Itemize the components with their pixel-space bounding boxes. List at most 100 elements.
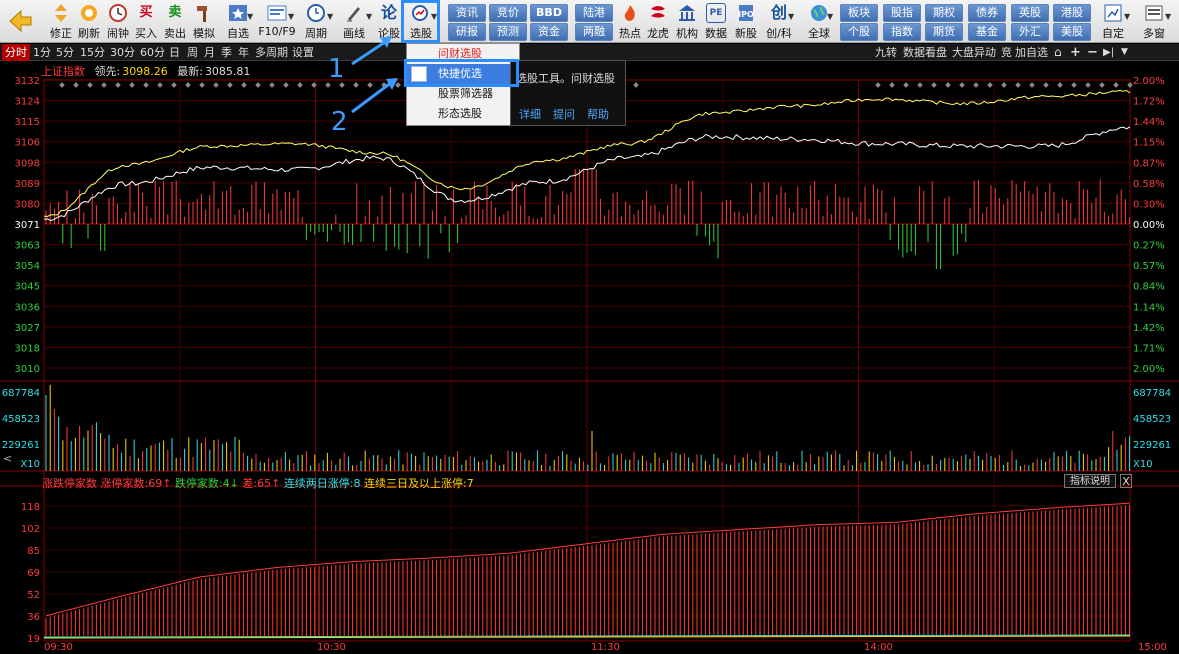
multi-window-button[interactable]: 多窗 [1137,2,1171,42]
alarm-button[interactable]: 闹钟 [105,2,131,42]
auction-button[interactable]: 竞价 [489,4,527,22]
price-tick-label: 3036 [15,302,40,313]
forecast-button[interactable]: 预测 [489,23,527,41]
chevron-down-icon[interactable]: ▼ [1121,44,1128,61]
tab-30min[interactable]: 30分 [107,44,138,61]
tab-intraday[interactable]: 分时 [2,44,30,61]
global-button[interactable]: 全球 [802,2,836,42]
index-button[interactable]: 指数 [883,23,921,41]
event-diamond [213,82,219,88]
tooltip-help-link[interactable]: 帮助 [587,106,609,122]
chevron-down-icon[interactable]: ▼ [327,12,333,21]
chevron-down-icon[interactable]: ▼ [288,12,294,21]
data-button[interactable]: PE 数据 [702,2,730,42]
chevron-down-icon[interactable]: ▼ [788,12,794,21]
tab-15min[interactable]: 15分 [77,44,108,61]
event-diamond [917,82,923,88]
research-button[interactable]: 研报 [448,23,486,41]
us-stocks-button[interactable]: 美股 [1053,23,1091,41]
chevron-down-icon[interactable]: ▼ [827,12,833,21]
scroll-left-icon[interactable]: < [3,452,12,465]
bonds-button[interactable]: 债券 [968,4,1006,22]
chevron-down-icon[interactable]: ▼ [1165,12,1171,21]
back-button[interactable] [3,2,37,42]
f10-button[interactable]: F10/F9 [258,2,296,42]
lock-icon[interactable]: ⌂ [1054,44,1062,61]
watchlist-button[interactable]: 自选 [222,2,254,42]
stock-index-futures-button[interactable]: 股指 [883,4,921,22]
tab-settings[interactable]: 设置 [289,44,317,61]
simulate-button[interactable]: 模拟 [191,2,217,42]
event-diamond [987,82,993,88]
tab-multi-period[interactable]: 多周期 [252,44,291,61]
intraday-chart[interactable]: 3132 3124 3115 3106 3098 3089 3080 3071 3063 3054… [0,61,1179,642]
hk-stocks-button[interactable]: 港股 [1053,4,1091,22]
tab-1min[interactable]: 1分 [30,44,54,61]
breadth-tick-label: 36 [27,612,40,623]
add-watchlist-button[interactable]: 加自选 [1015,44,1048,61]
tab-5min[interactable]: 5分 [53,44,77,61]
time-tick: 11:30 [591,642,620,653]
institution-button[interactable]: 机构 [673,2,701,42]
chinext-button[interactable]: 创 创/科 [762,2,796,42]
forex-button[interactable]: 外汇 [1011,23,1049,41]
tooltip-detail-link[interactable]: 详细 [519,106,541,122]
breadth-tick-label: 118 [21,502,40,513]
tab-60min[interactable]: 60分 [137,44,168,61]
new-stock-button[interactable]: IPO 新股 [732,2,760,42]
indicator-help-button[interactable]: 指标说明 [1064,474,1116,488]
buy-button[interactable]: 买 买入 [133,2,159,42]
price-tick-label: 3027 [15,323,40,334]
tab-quarter[interactable]: 季 [218,44,235,61]
nine-turn-button[interactable]: 九转 [875,44,897,61]
time-tick: 15:00 [1138,642,1167,653]
market-anomaly-button[interactable]: 大盘异动 [952,44,996,61]
individual-stock-button[interactable]: 个股 [840,23,878,41]
zoom-out-icon[interactable]: − [1087,44,1098,61]
sector-button[interactable]: 板块 [840,4,878,22]
tab-month[interactable]: 月 [201,44,218,61]
tab-week[interactable]: 周 [184,44,201,61]
price-axis-left: 3132 3124 3115 3106 3098 3089 3080 3071 3063 3054… [15,76,40,375]
futures-button[interactable]: 期货 [925,23,963,41]
tab-year[interactable]: 年 [235,44,252,61]
news-button[interactable]: 资讯 [448,4,486,22]
star-icon [228,3,248,23]
menu-item-pattern[interactable]: 形态选股 [407,104,519,124]
sell-button[interactable]: 卖 卖出 [162,2,188,42]
period-icon [306,3,326,23]
chevron-down-icon[interactable]: ▼ [247,12,253,21]
hk-connect-button[interactable]: 陆港 [575,4,613,22]
quick-pick-highlight [404,59,519,87]
tooltip-ask-link[interactable]: 提问 [553,106,575,122]
auction-tab-button[interactable]: 竞 [1001,44,1012,61]
tab-day[interactable]: 日 [166,44,183,61]
zoom-in-icon[interactable]: + [1070,44,1081,61]
options-button[interactable]: 期权 [925,4,963,22]
capital-button[interactable]: 资金 [530,23,568,41]
chevron-down-icon[interactable]: ▼ [1124,12,1130,21]
hot-button[interactable]: 热点 [617,2,643,42]
volume-tick-label: 229261 [2,440,40,451]
margin-button[interactable]: 两融 [575,23,613,41]
event-diamond [199,82,205,88]
event-diamond [227,82,233,88]
chevron-down-icon[interactable]: ▼ [366,12,372,21]
percent-tick-label: 0.27% [1133,241,1165,252]
volume-bars [45,384,1131,471]
period-button[interactable]: 周期 [300,2,332,42]
uk-stocks-button[interactable]: 英股 [1011,4,1049,22]
refresh-button[interactable]: 刷新 [76,2,102,42]
index-header: 上证指数 领先: 3098.26 最新: 3085.81 [41,63,250,79]
modify-button[interactable]: 修正 [46,2,76,42]
price-tick-label: 3063 [15,241,40,252]
bbd-button[interactable]: BBD [530,4,568,22]
jump-end-icon[interactable]: ▶| [1103,44,1114,61]
close-icon[interactable]: X [1120,474,1132,488]
custom-button[interactable]: 自定 [1096,2,1130,42]
data-watch-button[interactable]: 数据看盘 [903,44,947,61]
dragon-tiger-button[interactable]: 龙虎 [645,2,671,42]
funds-button[interactable]: 基金 [968,23,1006,41]
menu-item-screener[interactable]: 股票筛选器 [407,84,519,104]
chinext-icon: 创 [770,3,787,22]
